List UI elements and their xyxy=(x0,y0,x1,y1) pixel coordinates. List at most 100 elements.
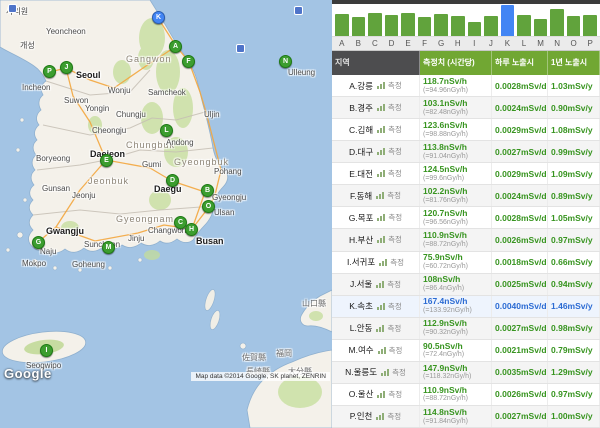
table-row-g: G.목포측정120.7nSv/h(=96.56nGy/h)0.0028mSv/d… xyxy=(332,207,600,229)
measure-link[interactable]: 측정 xyxy=(388,212,402,223)
korea-map[interactable]: 사리원개성YeoncheonSeoulIncheonSuwonYonginGan… xyxy=(0,0,332,428)
axis-label-c: C xyxy=(368,37,382,50)
chart-bar-m[interactable] xyxy=(534,19,548,36)
table-row-k: K.속초측정167.4nSv/h(=133.92nGy/h)0.0040mSv/… xyxy=(332,296,600,318)
measure-link[interactable]: 측정 xyxy=(388,146,402,157)
mini-chart-icon[interactable] xyxy=(376,192,384,199)
map-marker-p[interactable]: P xyxy=(43,65,56,78)
daily-exposure-value: 0.0027mSv/d xyxy=(495,411,544,421)
measure-link[interactable]: 측정 xyxy=(388,168,402,179)
city-table-body: A.강릉측정118.7nSv/h(=94.96nGy/h)0.0028mSv/d… xyxy=(332,75,600,428)
measure-link[interactable]: 측정 xyxy=(388,102,402,113)
measurement-sub-value: (=86.4nGy/h) xyxy=(423,285,488,293)
chart-bar-o[interactable] xyxy=(567,16,581,36)
map-marker-i[interactable]: I xyxy=(40,344,53,357)
axis-label-b: B xyxy=(352,37,366,50)
measure-link[interactable]: 측정 xyxy=(388,80,402,91)
map-marker-g[interactable]: G xyxy=(32,236,45,249)
mini-chart-icon[interactable] xyxy=(376,281,384,288)
map-marker-o[interactable]: O xyxy=(202,200,215,213)
daily-exposure-value: 0.0029mSv/d xyxy=(495,125,544,135)
map-marker-j[interactable]: J xyxy=(60,61,73,74)
axis-label-d: D xyxy=(385,37,399,50)
map-marker-a[interactable]: A xyxy=(169,40,182,53)
chart-bar-j[interactable] xyxy=(484,16,498,36)
measurement-value: 167.4nSv/h xyxy=(423,297,488,307)
chart-bar-a[interactable] xyxy=(335,14,349,36)
map-marker-h[interactable]: H xyxy=(185,223,198,236)
chart-bar-k[interactable] xyxy=(501,5,515,36)
header-region: 지역 xyxy=(332,51,420,75)
measurement-sub-value: (=94.96nGy/h) xyxy=(423,87,488,95)
chart-bar-f[interactable] xyxy=(418,17,432,36)
axis-label-n: N xyxy=(550,37,564,50)
chart-bar-b[interactable] xyxy=(352,17,366,36)
measurement-sub-value: (=118.32nGy/h) xyxy=(423,373,488,381)
radiation-bar-chart xyxy=(332,4,600,36)
map-marker-n[interactable]: N xyxy=(279,55,292,68)
chart-bar-h[interactable] xyxy=(451,16,465,36)
chart-bar-n[interactable] xyxy=(550,9,564,36)
measure-link[interactable]: 측정 xyxy=(392,367,406,378)
map-marker-m[interactable]: M xyxy=(102,241,115,254)
table-row-e: E.대전측정124.5nSv/h(=99.6nGy/h)0.0029mSv/d1… xyxy=(332,163,600,185)
map-marker-d[interactable]: D xyxy=(166,174,179,187)
mini-chart-icon[interactable] xyxy=(377,126,385,133)
map-marker-l[interactable]: L xyxy=(160,124,173,137)
mini-chart-icon[interactable] xyxy=(377,214,385,221)
mini-chart-icon[interactable] xyxy=(376,413,384,420)
mini-chart-icon[interactable] xyxy=(377,82,385,89)
city-label: D.대구 xyxy=(349,146,373,158)
measurement-value: 75.9nSv/h xyxy=(423,253,488,263)
table-row-l: L.안동측정112.9nSv/h(=90.32nGy/h)0.0027mSv/d… xyxy=(332,318,600,340)
chart-bar-i[interactable] xyxy=(468,22,482,36)
yearly-exposure-value: 0.94mSv/y xyxy=(551,279,596,289)
measure-link[interactable]: 측정 xyxy=(388,124,402,135)
measure-link[interactable]: 측정 xyxy=(387,411,401,422)
table-row-o: O.울산측정110.9nSv/h(=88.72nGy/h)0.0026mSv/d… xyxy=(332,384,600,406)
header-yearly-exposure: 1년 노출시 xyxy=(548,51,600,75)
map-marker-e[interactable]: E xyxy=(100,154,113,167)
chart-bar-e[interactable] xyxy=(401,13,415,36)
table-row-d: D.대구측정113.8nSv/h(=91.04nGy/h)0.0027mSv/d… xyxy=(332,141,600,163)
mini-chart-icon[interactable] xyxy=(376,325,384,332)
daily-exposure-value: 0.0018mSv/d xyxy=(495,257,544,267)
mini-chart-icon[interactable] xyxy=(377,236,385,243)
chart-bar-c[interactable] xyxy=(368,13,382,36)
measure-link[interactable]: 측정 xyxy=(387,279,401,290)
yearly-exposure-value: 0.89mSv/y xyxy=(551,191,596,201)
measurement-value: 90.5nSv/h xyxy=(423,342,488,352)
measurement-panel: ABCDEFGHIJKLMNOP 지역 측정치 (시간당) 하루 노출시 1년 … xyxy=(332,0,600,428)
city-label: O.울산 xyxy=(349,388,374,400)
measure-link[interactable]: 측정 xyxy=(387,323,401,334)
measure-link[interactable]: 측정 xyxy=(388,234,402,245)
mini-chart-icon[interactable] xyxy=(379,259,387,266)
mini-chart-icon[interactable] xyxy=(381,369,389,376)
measurement-value: 147.9nSv/h xyxy=(423,364,488,374)
table-row-f: F.동해측정102.2nSv/h(=81.76nGy/h)0.0024mSv/d… xyxy=(332,185,600,207)
yearly-exposure-value: 1.46mSv/y xyxy=(551,301,596,311)
measure-link[interactable]: 측정 xyxy=(390,257,404,268)
mini-chart-icon[interactable] xyxy=(377,303,385,310)
map-marker-f[interactable]: F xyxy=(182,55,195,68)
chart-bar-g[interactable] xyxy=(434,14,448,36)
chart-bar-p[interactable] xyxy=(583,15,597,36)
mini-chart-icon[interactable] xyxy=(378,347,386,354)
mini-chart-icon[interactable] xyxy=(377,104,385,111)
mini-chart-icon[interactable] xyxy=(377,148,385,155)
chart-bar-d[interactable] xyxy=(385,15,399,36)
measure-link[interactable]: 측정 xyxy=(389,345,403,356)
measure-link[interactable]: 측정 xyxy=(388,301,402,312)
measure-link[interactable]: 측정 xyxy=(387,190,401,201)
table-row-j: J.서울측정108nSv/h(=86.4nGy/h)0.0025mSv/d0.9… xyxy=(332,274,600,296)
daily-exposure-value: 0.0027mSv/d xyxy=(495,147,544,157)
yearly-exposure-value: 1.05mSv/y xyxy=(551,213,596,223)
measurement-sub-value: (=91.04nGy/h) xyxy=(423,153,488,161)
map-marker-b[interactable]: B xyxy=(201,184,214,197)
yearly-exposure-value: 1.08mSv/y xyxy=(551,125,596,135)
mini-chart-icon[interactable] xyxy=(377,170,385,177)
measure-link[interactable]: 측정 xyxy=(388,389,402,400)
mini-chart-icon[interactable] xyxy=(377,391,385,398)
chart-bar-l[interactable] xyxy=(517,15,531,36)
map-marker-k[interactable]: K xyxy=(152,11,165,24)
